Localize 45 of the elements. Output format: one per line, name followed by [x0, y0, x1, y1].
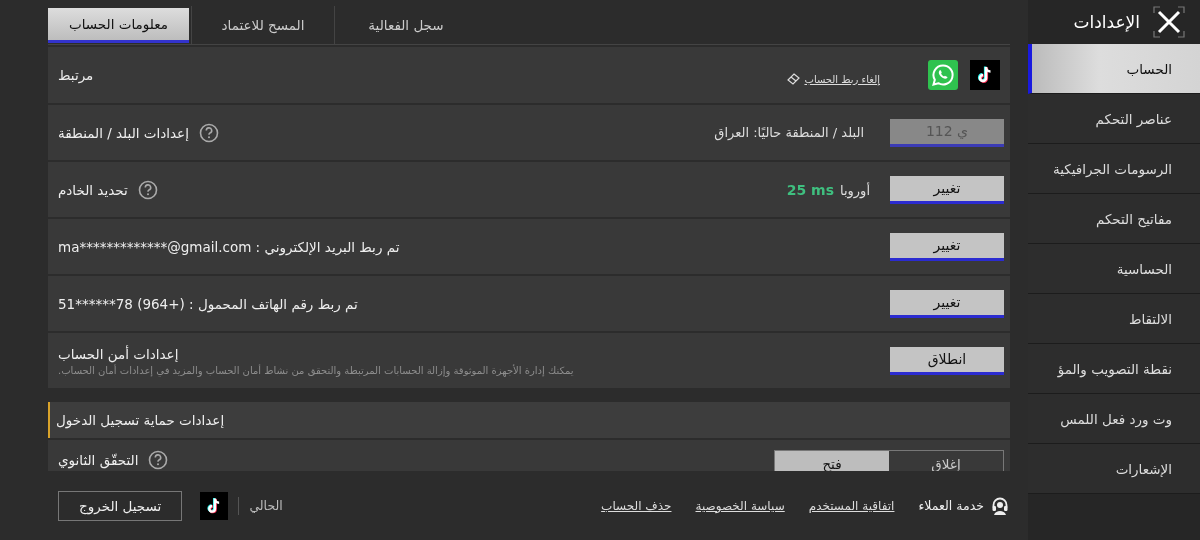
sidebar-item[interactable]: الالتقاط — [1028, 294, 1200, 344]
sidebar-item[interactable]: الإشعارات — [1028, 444, 1200, 494]
setting-label: تم ربط البريد الإلكتروني : ma*************@gmail.com — [58, 238, 400, 255]
setting-label: تم ربط رقم الهاتف المحمول : (+964) 78******51 — [58, 295, 358, 312]
tab[interactable]: سجل الفعالية — [334, 6, 477, 44]
help-icon[interactable] — [198, 122, 219, 143]
setting-label: تحديد الخادم — [58, 181, 128, 198]
unlink-link[interactable]: إلغاء ربط الحساب — [804, 73, 880, 85]
footer-link[interactable]: سياسة الخصوصية — [695, 498, 785, 513]
tab[interactable]: معلومات الحساب — [48, 8, 189, 43]
setting-label: إعدادات البلد / المنطقة — [58, 124, 189, 141]
setting-description: يمكنك إدارة الأجهزة الموثوقة وإزالة الحسابات المرتبطة والتحقق من نشاط أمان الحساب والمزيد في إعدادات أمان الحساب. — [58, 364, 574, 376]
setting-label: التحقّق الثانوي — [58, 452, 139, 468]
sidebar-item[interactable]: نقطة التصويب والمؤ — [1028, 344, 1200, 394]
logout-button[interactable]: تسجيل الخروج — [58, 490, 183, 521]
headset-icon — [990, 495, 1010, 516]
current-account-label: الحالي — [249, 498, 283, 513]
settings-title: الإعدادات — [1073, 12, 1140, 32]
footer-link[interactable]: اتفاقية المستخدم — [808, 498, 895, 513]
ping-value: 25 ms — [786, 181, 834, 198]
customer-service-link[interactable]: خدمة العملاء — [918, 495, 1010, 516]
unlink-icon[interactable] — [786, 73, 801, 85]
help-icon[interactable] — [148, 450, 169, 470]
help-icon[interactable] — [137, 179, 158, 200]
action-button[interactable]: تغيير — [890, 175, 1004, 204]
sidebar-item[interactable]: وت ورد فعل اللمس — [1028, 394, 1200, 444]
setting-label: مرتبط — [58, 67, 94, 83]
action-button[interactable]: انطلاق — [890, 346, 1004, 375]
action-button[interactable]: تغيير — [890, 289, 1004, 318]
close-icon[interactable] — [1152, 5, 1186, 39]
server-region: أوروبا — [839, 182, 870, 198]
footer-link[interactable]: حذف الحساب — [601, 498, 672, 513]
sidebar-item[interactable]: عناصر التحكم — [1028, 94, 1200, 144]
sidebar-item[interactable]: الرسومات الجرافيكية — [1028, 144, 1200, 194]
whatsapp-icon — [928, 60, 958, 90]
sidebar-item[interactable]: مفاتيح التحكم — [1028, 194, 1200, 244]
tab[interactable]: المسح للاعتماد — [191, 6, 334, 44]
tiktok-icon — [200, 491, 229, 520]
tiktok-icon — [970, 60, 1000, 90]
section-heading: إعدادات حماية تسجيل الدخول — [56, 412, 225, 428]
sidebar-item[interactable]: الحساسية — [1028, 244, 1200, 294]
region-value: البلد / المنطقة حاليًا: العراق — [714, 125, 864, 140]
setting-label: إعدادات أمن الحساب — [58, 345, 179, 362]
action-button[interactable]: تغيير — [890, 232, 1004, 261]
sidebar-item[interactable]: الحساب — [1028, 44, 1200, 94]
